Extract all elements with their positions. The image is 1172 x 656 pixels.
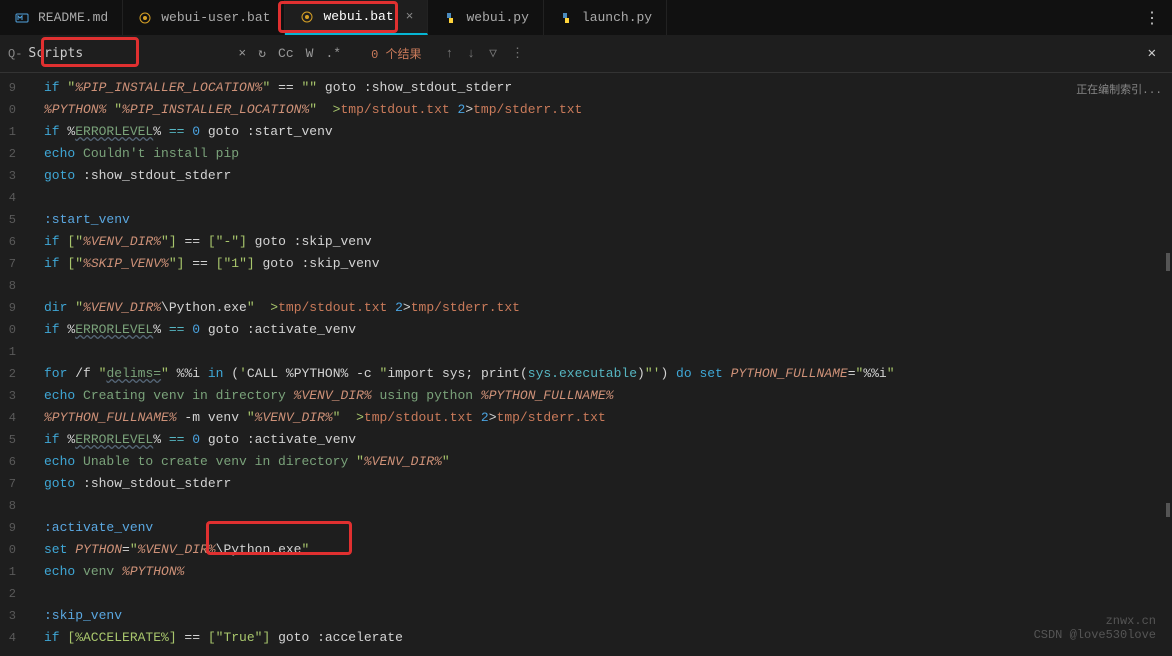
- filter-icon[interactable]: ▽: [489, 46, 497, 61]
- more-icon[interactable]: ⋮: [1132, 8, 1172, 28]
- tab-webui-py[interactable]: webui.py: [428, 0, 543, 35]
- whole-word-toggle[interactable]: W: [306, 46, 314, 61]
- search-nav: ↑ ↓ ▽ ⋮: [445, 46, 523, 61]
- editor[interactable]: 90123456789012345678901234 if "%PIP_INST…: [0, 73, 1172, 656]
- tab-label: launch.py: [582, 10, 652, 25]
- markdown-icon: [14, 10, 30, 26]
- watermark: znwx.cn CSDN @love530love: [1034, 614, 1156, 642]
- match-case-toggle[interactable]: Cc: [278, 46, 294, 61]
- tab-label: webui.bat: [323, 9, 393, 24]
- python-icon: [558, 10, 574, 26]
- tab-webui-bat[interactable]: webui.bat ×: [285, 0, 428, 35]
- code-area[interactable]: if "%PIP_INSTALLER_LOCATION%" == "" goto…: [20, 73, 1007, 656]
- tab-label: webui-user.bat: [161, 10, 270, 25]
- line-gutter: 90123456789012345678901234: [0, 73, 20, 656]
- clear-icon[interactable]: ×: [238, 46, 246, 61]
- tab-label: README.md: [38, 10, 108, 25]
- refresh-icon[interactable]: ↻: [258, 46, 266, 61]
- search-bar: Q- × ↻ Cc W .* 0 个结果 ↑ ↓ ▽ ⋮ ✕: [0, 35, 1172, 73]
- indexing-label: 正在编制索引...: [1076, 81, 1162, 97]
- tab-launch-py[interactable]: launch.py: [544, 0, 667, 35]
- tab-bar: README.md webui-user.bat webui.bat × web…: [0, 0, 1172, 35]
- close-search-icon[interactable]: ✕: [1140, 45, 1164, 62]
- search-input[interactable]: [28, 46, 228, 61]
- tab-webui-user-bat[interactable]: webui-user.bat: [123, 0, 285, 35]
- result-count: 0 个结果: [371, 45, 421, 62]
- search-prefix: Q-: [8, 47, 22, 61]
- tab-label: webui.py: [466, 10, 528, 25]
- minimap[interactable]: 正在编制索引...: [1007, 73, 1172, 656]
- regex-toggle[interactable]: .*: [325, 46, 341, 61]
- prev-match-icon[interactable]: ↑: [445, 46, 453, 61]
- search-options: × ↻ Cc W .*: [238, 46, 341, 61]
- next-match-icon[interactable]: ↓: [467, 46, 475, 61]
- bat-icon: [137, 10, 153, 26]
- tab-readme[interactable]: README.md: [0, 0, 123, 35]
- python-icon: [442, 10, 458, 26]
- bat-icon: [299, 9, 315, 25]
- close-icon[interactable]: ×: [406, 9, 414, 24]
- more-icon[interactable]: ⋮: [511, 46, 524, 61]
